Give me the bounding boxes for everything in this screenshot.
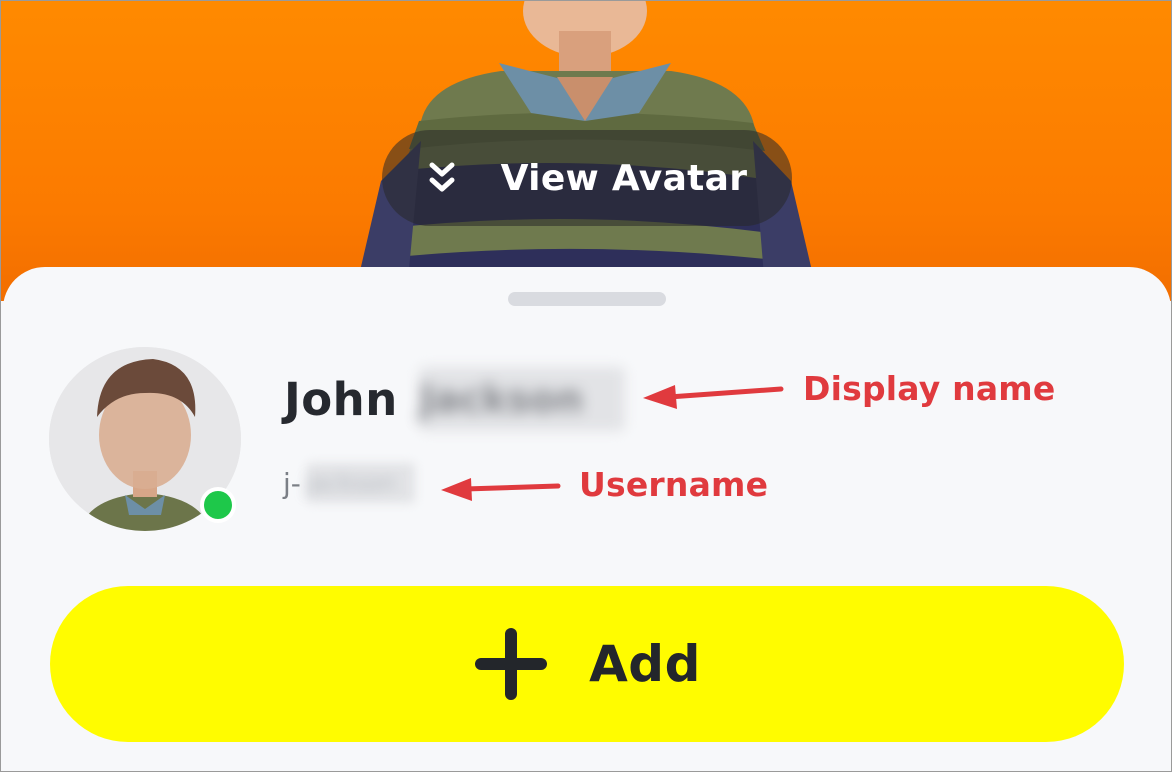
username-prefix: j- xyxy=(283,466,301,500)
profile-screen: View Avatar John Jackson j- jackson Disp… xyxy=(0,0,1172,772)
view-avatar-label: View Avatar xyxy=(500,157,748,199)
add-button-label: Add xyxy=(589,635,701,693)
avatar-hero-background: View Avatar xyxy=(1,1,1171,301)
username-rest-blurred: jackson xyxy=(304,469,396,497)
display-name-last-blurred: Jackson xyxy=(419,377,584,421)
sheet-drag-handle[interactable] xyxy=(508,292,666,306)
username: j- jackson xyxy=(283,463,396,503)
online-status-indicator xyxy=(200,487,236,523)
username-annotation: Username xyxy=(579,465,769,504)
view-avatar-button[interactable]: View Avatar xyxy=(382,130,792,226)
display-name: John Jackson xyxy=(284,369,587,429)
display-name-first: John xyxy=(284,372,398,426)
add-friend-button[interactable]: Add xyxy=(50,586,1124,742)
display-name-annotation: Display name xyxy=(803,369,1056,408)
double-chevron-down-icon xyxy=(429,162,455,192)
plus-icon xyxy=(475,628,548,700)
